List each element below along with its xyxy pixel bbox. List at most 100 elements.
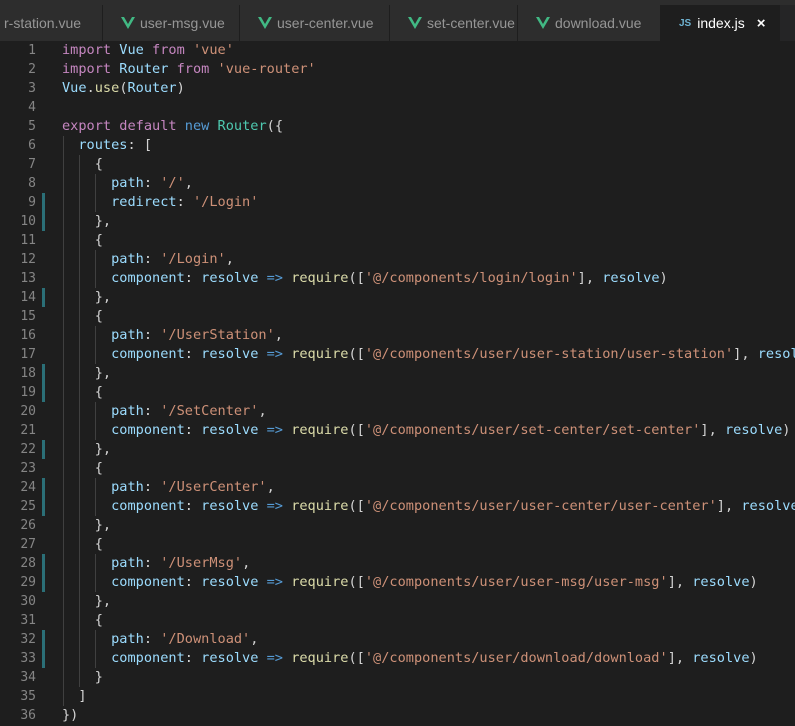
code-token: require	[291, 650, 349, 666]
line-number: 6	[28, 138, 36, 153]
code-token: :	[176, 194, 193, 210]
tab-index-js[interactable]: JS index.js ×	[661, 5, 780, 41]
code-text: Vue.use(Router)	[62, 79, 185, 98]
code-line: 20 path: '/SetCenter',	[0, 402, 795, 421]
code-token: ,	[250, 631, 259, 647]
tab-set-center-vue[interactable]: set-center.vue	[390, 5, 518, 41]
code-token: require	[291, 346, 349, 362]
code-token: =>	[266, 498, 283, 514]
code-token: component	[62, 346, 185, 362]
close-icon[interactable]: ×	[757, 15, 766, 32]
code-line: 4	[0, 98, 795, 117]
code-text: component: resolve => require(['@/compon…	[62, 497, 795, 516]
code-token: '/UserCenter'	[160, 479, 267, 495]
code-token: resolve	[201, 422, 259, 438]
code-line: 27 {	[0, 535, 795, 554]
code-token: {	[62, 384, 103, 400]
line-number: 29	[20, 575, 36, 590]
tab-r-station-vue[interactable]: r-station.vue	[0, 5, 103, 41]
js-file-icon: JS	[679, 17, 692, 29]
indent-guide	[95, 174, 96, 212]
indent-guide	[63, 136, 64, 706]
code-token: ],	[716, 498, 742, 514]
code-token: resolve	[692, 574, 750, 590]
tab-label: set-center.vue	[427, 15, 515, 31]
code-text: component: resolve => require(['@/compon…	[62, 649, 758, 668]
code-text: },	[62, 212, 111, 231]
code-text: path: '/Login',	[62, 250, 234, 269]
code-token: resolve	[602, 270, 660, 286]
code-token: '@/components/user/set-center/set-center…	[364, 422, 701, 438]
vue-file-icon	[536, 17, 550, 29]
code-token: =>	[266, 650, 283, 666]
code-token: component	[62, 422, 185, 438]
code-token: component	[62, 270, 185, 286]
code-line: 7 {	[0, 155, 795, 174]
tab-user-center-vue[interactable]: user-center.vue	[240, 5, 390, 41]
code-token: :	[143, 251, 161, 267]
code-token: default	[119, 118, 177, 134]
line-number: 35	[20, 689, 36, 704]
code-text: {	[62, 611, 103, 630]
line-number: 21	[20, 423, 36, 438]
code-text: import Vue from 'vue'	[62, 41, 234, 60]
tab-download-vue[interactable]: download.vue	[518, 5, 661, 41]
line-number: 25	[20, 499, 36, 514]
line-number: 30	[20, 594, 36, 609]
line-number: 4	[28, 100, 36, 115]
code-editor[interactable]: 1 import Vue from 'vue' 2 import Router fro…	[0, 41, 795, 726]
modified-line-marker	[42, 573, 45, 592]
code-token: path	[62, 403, 144, 419]
code-token: resolve	[201, 650, 259, 666]
code-token: '/Login'	[192, 194, 259, 210]
code-token: Vue	[111, 42, 153, 58]
code-token: =>	[266, 574, 283, 590]
code-token: ],	[700, 422, 725, 438]
modified-line-marker	[42, 649, 45, 668]
code-token: )	[659, 270, 668, 286]
line-number: 16	[20, 328, 36, 343]
tab-label: download.vue	[555, 15, 642, 31]
code-token: )	[176, 80, 185, 96]
tab-user-msg-vue[interactable]: user-msg.vue	[103, 5, 240, 41]
code-token: from	[152, 42, 185, 58]
indent-guide	[95, 250, 96, 288]
tab-label: user-center.vue	[277, 15, 374, 31]
code-token: Router	[127, 80, 177, 96]
code-token: ],	[667, 574, 693, 590]
code-token: ,	[184, 175, 193, 191]
code-line: 21 component: resolve => require(['@/com…	[0, 421, 795, 440]
code-token: },	[62, 441, 112, 457]
code-token: Router	[111, 61, 177, 77]
code-line: 12 path: '/Login',	[0, 250, 795, 269]
code-token: path	[62, 479, 144, 495]
code-text: {	[62, 383, 103, 402]
code-token: },	[62, 593, 112, 609]
code-line: 28 path: '/UserMsg',	[0, 554, 795, 573]
code-token: resolve	[757, 346, 795, 362]
code-token: {	[62, 536, 103, 552]
code-token: ],	[577, 270, 603, 286]
code-text: path: '/UserCenter',	[62, 478, 275, 497]
code-text: component: resolve => require(['@/compon…	[62, 573, 758, 592]
code-token: Vue	[62, 80, 87, 96]
code-token: =>	[266, 422, 283, 438]
line-number: 8	[28, 176, 36, 191]
code-token: resolve	[201, 346, 259, 362]
code-token: :	[184, 498, 202, 514]
modified-line-marker	[42, 364, 45, 383]
code-token: (	[119, 80, 128, 96]
modified-line-marker	[42, 193, 45, 212]
code-token: ([	[348, 650, 365, 666]
code-token: path	[62, 327, 144, 343]
code-token: ,	[274, 327, 283, 343]
code-token: :	[143, 555, 161, 571]
code-text: {	[62, 307, 103, 326]
code-token: },	[62, 365, 112, 381]
